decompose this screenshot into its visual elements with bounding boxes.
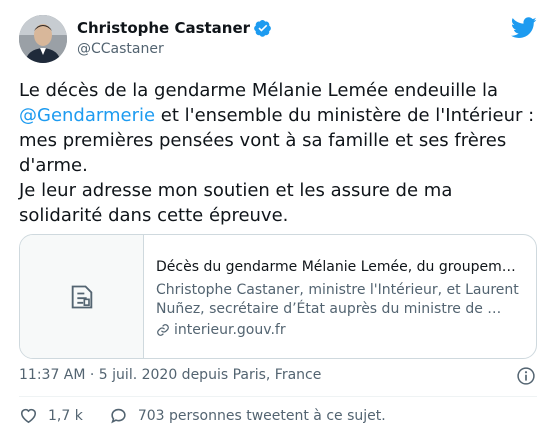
tweet-text-part3: Je leur adresse mon soutien et les assur…	[19, 180, 453, 226]
preview-domain-row: interieur.gouv.fr	[156, 322, 522, 338]
document-icon	[71, 285, 92, 308]
preview-title[interactable]: Décès du gendarme Mélanie Lemée, du grou…	[156, 257, 522, 277]
preview-domain: interieur.gouv.fr	[174, 322, 286, 338]
twitter-bird-icon[interactable]	[511, 17, 537, 39]
author-handle[interactable]: @CCastaner	[77, 41, 164, 57]
verified-badge-icon	[254, 19, 271, 37]
like-button[interactable]: 1,7 k	[19, 406, 83, 425]
preview-description: Christophe Castaner, ministre l'Intérieu…	[156, 282, 519, 317]
speech-bubble-icon	[111, 408, 126, 424]
heart-icon	[20, 408, 37, 424]
preview-thumbnail	[20, 235, 144, 358]
conversation-link[interactable]: 703 personnes tweetent à ce sujet.	[109, 406, 386, 425]
like-count: 1,7 k	[48, 407, 83, 424]
divider	[19, 396, 537, 397]
author-name-row[interactable]: Christophe Castaner	[77, 19, 272, 37]
preview-body: Décès du gendarme Mélanie Lemée, du grou…	[144, 235, 536, 358]
link-icon	[157, 324, 169, 336]
conversation-text: 703 personnes tweetent à ce sujet.	[137, 407, 386, 424]
tweet-text-part1: Le décès de la gendarme Mélanie Lemée en…	[19, 80, 499, 101]
link-preview-card[interactable]: Décès du gendarme Mélanie Lemée, du grou…	[19, 234, 537, 359]
tweet-text: Le décès de la gendarme Mélanie Lemée en…	[19, 78, 541, 228]
author-name[interactable]: Christophe Castaner	[77, 19, 250, 37]
info-icon[interactable]	[516, 366, 536, 386]
tweet-card: Christophe Castaner @CCastaner Le décès …	[0, 0, 557, 442]
tweet-timestamp[interactable]: 11:37 AM · 5 juil. 2020 depuis Paris, Fr…	[19, 367, 321, 383]
avatar[interactable]	[19, 15, 67, 63]
mention-link[interactable]: @Gendarmerie	[19, 105, 155, 126]
engagement-bar: 1,7 k 703 personnes tweetent à ce sujet.	[19, 406, 386, 425]
